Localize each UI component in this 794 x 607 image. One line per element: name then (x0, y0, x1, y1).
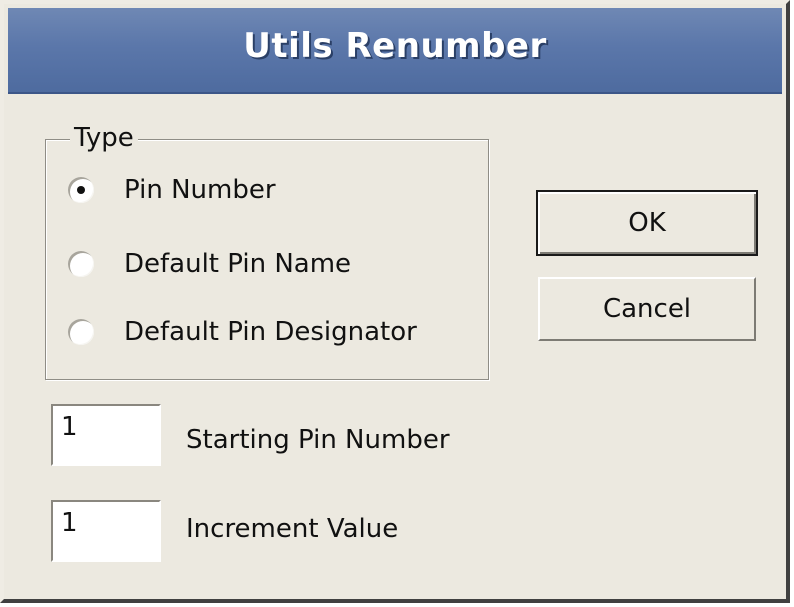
radio-default-pin-name[interactable]: Default Pin Name (68, 244, 351, 284)
renumber-dialog: Utils Renumber Type Pin Number Default P… (0, 0, 790, 603)
radio-label-default-pin-name: Default Pin Name (124, 249, 352, 279)
radio-label-default-pin-designator: Default Pin Designator (124, 317, 417, 347)
dialog-title: Utils Renumber (243, 26, 547, 66)
radio-button-icon[interactable] (68, 251, 94, 277)
title-bar[interactable]: Utils Renumber (8, 8, 782, 94)
type-group-legend: Type (70, 122, 138, 154)
radio-default-pin-designator[interactable]: Default Pin Designator (68, 312, 417, 352)
starting-pin-number-input[interactable]: 1 (51, 404, 161, 466)
cancel-button[interactable]: Cancel (538, 277, 756, 341)
increment-value-label: Increment Value (186, 514, 399, 544)
radio-pin-number[interactable]: Pin Number (68, 170, 276, 210)
radio-label-pin-number: Pin Number (124, 175, 276, 205)
dialog-body: Type Pin Number Default Pin Name Default… (8, 94, 782, 599)
ok-button[interactable]: OK (536, 190, 758, 256)
radio-button-icon[interactable] (68, 177, 94, 203)
radio-button-icon[interactable] (68, 319, 94, 345)
increment-value-input[interactable]: 1 (51, 500, 161, 562)
starting-pin-number-label: Starting Pin Number (186, 425, 450, 455)
